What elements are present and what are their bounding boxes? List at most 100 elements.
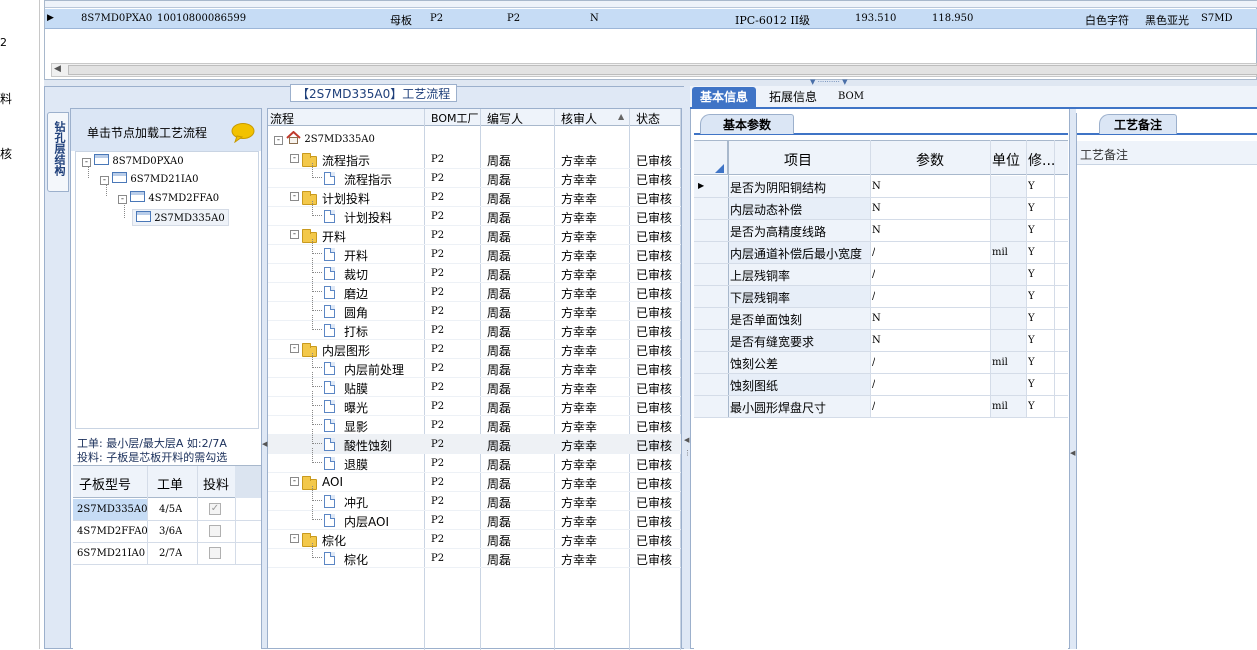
table-row[interactable]: 内层动态补偿 N Y [694,198,1068,220]
param-value[interactable]: N [872,335,881,346]
col-header-status[interactable]: 状态 [636,110,660,127]
table-row[interactable]: 下层残铜率 / Y [694,286,1068,308]
left-edge-char-3: 核 [0,147,13,161]
tree-node-l2[interactable]: - 4S7MD2FFA0 [118,191,219,204]
top-grid-hscrollbar[interactable]: ◀ [51,63,1257,77]
collapse-icon[interactable]: - [290,154,299,163]
collapse-icon[interactable]: - [290,534,299,543]
tab-process-remark[interactable]: 工艺备注 [1099,114,1177,134]
param-value[interactable]: / [872,401,875,412]
col-header-flow[interactable]: 流程 [270,110,294,127]
table-row[interactable]: - 内层图形 P2 周磊 方幸幸 已审核 [268,340,681,359]
table-row[interactable]: 最小圆形焊盘尺寸 / mil Y [694,396,1068,418]
sub-header-feed[interactable]: 投料 [203,474,229,493]
table-row[interactable]: 开料 P2 周磊 方幸幸 已审核 [268,239,681,264]
table-row[interactable]: - 流程指示 P2 周磊 方幸幸 已审核 [268,150,681,169]
bom-factory: P2 [431,420,445,431]
param-value[interactable]: / [872,269,875,280]
table-row[interactable]: 打标 P2 周磊 方幸幸 已审核 [268,315,681,340]
table-row[interactable]: - 开料 P2 周磊 方幸幸 已审核 [268,226,681,245]
collapse-icon[interactable]: - [82,158,91,167]
bom-factory: P2 [431,382,445,393]
param-value[interactable]: / [872,291,875,302]
tab-basic-info[interactable]: 基本信息 [692,87,757,107]
table-row[interactable]: 是否为高精度线路 N Y [694,220,1068,242]
col-header-writer[interactable]: 编写人 [487,110,523,127]
collapse-icon[interactable]: - [290,477,299,486]
collapse-icon[interactable]: - [274,136,283,145]
tree-node-icon [136,211,151,222]
unit-cell-bg [991,330,1026,351]
feed-checkbox[interactable] [209,525,221,537]
table-row[interactable]: 显影 P2 周磊 方幸幸 已审核 [268,410,681,435]
scroll-left-icon[interactable]: ◀ [54,64,61,74]
param-value[interactable]: / [872,247,875,258]
root-node[interactable]: - 2S7MD335A0 [274,130,375,145]
table-row[interactable]: 流程指示 P2 周磊 方幸幸 已审核 [268,163,681,188]
tab-bom[interactable]: BOM [830,87,872,107]
sub-tab-basic-params[interactable]: 基本参数 [700,114,794,134]
table-row[interactable]: 内层前处理 P2 周磊 方幸幸 已审核 [268,353,681,378]
writer: 周磊 [487,287,512,301]
param-value[interactable]: N [872,181,881,192]
col-header-mod[interactable]: 修... [1028,150,1055,170]
param-item: 是否单面蚀刻 [730,313,803,327]
tree-node-l3-selected[interactable]: 2S7MD335A0 [132,209,229,226]
col-header-bom[interactable]: BOM工厂 [431,110,479,126]
sub-header-model[interactable]: 子板型号 [79,474,131,493]
feed-checkbox[interactable] [209,547,221,559]
writer: 周磊 [487,325,512,339]
table-row[interactable]: 2S7MD335A0 4/5A ✓ [73,499,261,521]
col-header-item[interactable]: 项目 [784,150,812,170]
table-row[interactable]: 是否单面蚀刻 N Y [694,308,1068,330]
table-row[interactable]: 内层AOI P2 周磊 方幸幸 已审核 [268,505,681,530]
param-item: 蚀刻公差 [730,357,779,371]
table-row[interactable]: 棕化 P2 周磊 方幸幸 已审核 [268,543,681,568]
table-row[interactable]: 6S7MD21IA0 2/7A [73,543,261,565]
collapse-icon[interactable]: - [290,344,299,353]
param-value[interactable]: N [872,225,881,236]
collapse-icon[interactable]: - [290,230,299,239]
collapse-icon[interactable]: - [100,176,109,185]
param-value[interactable]: / [872,379,875,390]
param-value[interactable]: / [872,357,875,368]
tab-extended-info[interactable]: 拓展信息 [761,87,825,107]
sort-up-icon[interactable]: ▲ [618,112,624,121]
table-row[interactable]: 计划投料 P2 周磊 方幸幸 已审核 [268,201,681,226]
table-row[interactable]: 冲孔 P2 周磊 方幸幸 已审核 [268,486,681,511]
table-row[interactable]: 蚀刻图纸 / Y [694,374,1068,396]
col-header-param[interactable]: 参数 [916,150,944,170]
tree-node-l1[interactable]: - 6S7MD21IA0 [100,172,198,185]
table-row[interactable]: 是否有缝宽要求 N Y [694,330,1068,352]
tree-connector [312,543,322,558]
param-value[interactable]: N [872,203,881,214]
table-row[interactable]: 圆角 P2 周磊 方幸幸 已审核 [268,296,681,321]
table-row[interactable]: 上层残铜率 / Y [694,264,1068,286]
sub-header-order[interactable]: 工单 [157,474,183,493]
param-value[interactable]: N [872,313,881,324]
collapse-icon[interactable]: - [118,195,127,204]
table-row[interactable]: 磨边 P2 周磊 方幸幸 已审核 [268,277,681,302]
collapse-icon[interactable]: - [290,192,299,201]
top-grid-row[interactable]: ▶ 8S7MD0PXA0 10010800086599 母板 P2 P2 N I… [45,9,1257,29]
table-row[interactable]: 曝光 P2 周磊 方幸幸 已审核 [268,391,681,416]
vertical-splitter[interactable]: ◀ [262,420,267,480]
col-header-unit[interactable]: 单位 [992,150,1020,170]
table-row[interactable]: 4S7MD2FFA0 3/6A [73,521,261,543]
table-row[interactable]: ▶ 是否为阴阳铜结构 N Y [694,176,1068,198]
table-row[interactable]: 贴膜 P2 周磊 方幸幸 已审核 [268,372,681,397]
col-header-reviewer[interactable]: 核审人 [561,110,597,127]
table-row[interactable]: 裁切 P2 周磊 方幸幸 已审核 [268,258,681,283]
feed-checkbox[interactable]: ✓ [209,503,221,515]
table-row[interactable]: 蚀刻公差 / mil Y [694,352,1068,374]
scroll-thumb[interactable] [68,65,1257,75]
table-row[interactable]: - 棕化 P2 周磊 方幸幸 已审核 [268,530,681,549]
table-row[interactable]: - 计划投料 P2 周磊 方幸幸 已审核 [268,188,681,207]
table-row[interactable]: 酸性蚀刻 P2 周磊 方幸幸 已审核 [268,429,681,454]
splitter-grip-icon[interactable]: ▼ ·········· ▼ [810,79,876,86]
table-row[interactable]: - AOI P2 周磊 方幸幸 已审核 [268,473,681,492]
table-row[interactable]: 退膜 P2 周磊 方幸幸 已审核 [268,448,681,473]
side-tab-structure[interactable]: 钻孔层结构 [47,112,69,192]
tree-node-l0[interactable]: - 8S7MD0PXA0 [82,154,184,167]
table-row[interactable]: 内层通道补偿后最小宽度 / mil Y [694,242,1068,264]
